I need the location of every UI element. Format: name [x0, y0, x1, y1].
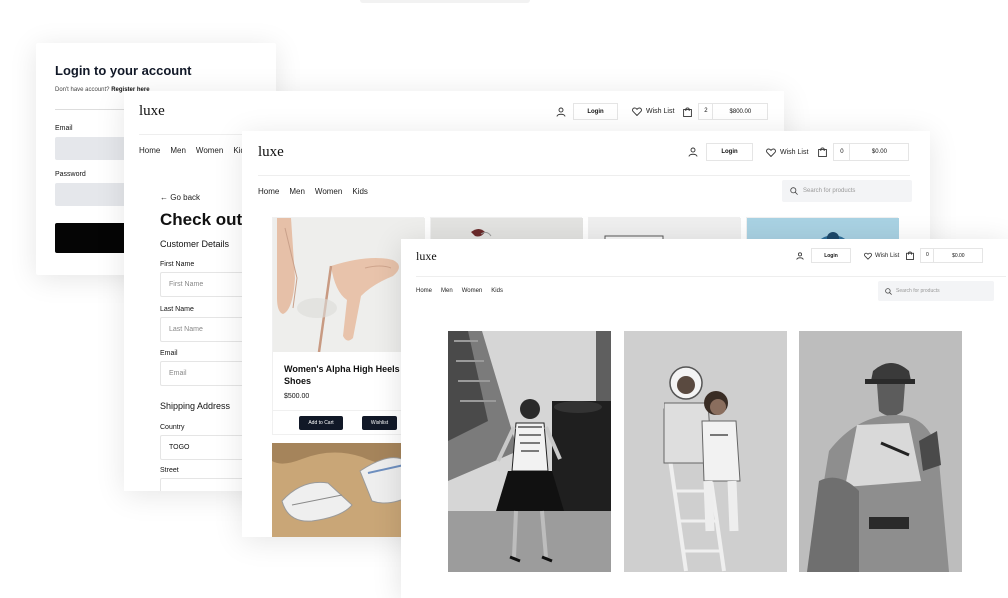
login-button[interactable]: Login: [811, 248, 851, 263]
brand-logo[interactable]: luxe: [139, 103, 165, 120]
wishlist-link[interactable]: Wish List: [646, 108, 674, 115]
product-price: $500.00: [284, 393, 310, 400]
wishlist-link[interactable]: Wish List: [875, 253, 899, 259]
first-name-label: First Name: [160, 261, 195, 268]
header-divider: [258, 175, 910, 176]
search-placeholder: Search for products: [803, 188, 856, 194]
cart-summary[interactable]: 2 $800.00: [698, 103, 769, 120]
login-button[interactable]: Login: [573, 103, 618, 120]
category-image-women[interactable]: [448, 331, 611, 572]
page-title: Check out: [160, 210, 243, 229]
nav-men[interactable]: Men: [170, 146, 186, 155]
heart-icon[interactable]: [864, 252, 872, 260]
add-to-cart-button[interactable]: Add to Cart: [299, 416, 343, 430]
last-name-label: Last Name: [160, 306, 194, 313]
nav-kids[interactable]: Kids: [352, 187, 368, 196]
cart-total: $0.00: [871, 149, 887, 155]
cart-count: 2: [699, 104, 714, 119]
nav-men[interactable]: Men: [289, 187, 305, 196]
wishlist-button[interactable]: Wishlist: [362, 416, 397, 430]
header-tools: Login Wish List 0 $0.00: [688, 143, 910, 161]
search-icon: [885, 287, 892, 295]
brand-logo[interactable]: luxe: [258, 144, 284, 161]
nav-men[interactable]: Men: [441, 288, 453, 294]
cart-total: $800.00: [729, 108, 752, 115]
street-label: Street: [160, 467, 179, 474]
shopping-bag-icon[interactable]: [683, 107, 693, 117]
wishlist-link[interactable]: Wish List: [780, 149, 808, 156]
email-label: Email: [55, 125, 73, 132]
product-name[interactable]: Women's Alpha High Heels Shoes: [284, 363, 414, 387]
shopping-bag-icon[interactable]: [818, 147, 828, 157]
user-icon[interactable]: [796, 251, 804, 260]
heart-icon[interactable]: [766, 147, 776, 157]
cart-summary[interactable]: 0 $0.00: [920, 248, 984, 263]
nav-women[interactable]: Women: [196, 146, 223, 155]
background-fragment: [360, 0, 530, 3]
email-label: Email: [160, 350, 178, 357]
nav-kids[interactable]: Kids: [491, 288, 503, 294]
shipping-address-heading: Shipping Address: [160, 401, 231, 411]
shopping-bag-icon[interactable]: [906, 251, 915, 260]
nav-home[interactable]: Home: [139, 146, 160, 155]
cart-count: 0: [834, 144, 851, 160]
customer-details-heading: Customer Details: [160, 239, 230, 249]
cart-total: $0.00: [952, 252, 965, 259]
category-image-kids[interactable]: [624, 331, 787, 572]
no-account-text: Don't have account?: [55, 87, 110, 93]
homepage-preview: luxe Login Wish List 0 $0.00 Home Men Wo…: [401, 239, 1008, 598]
search-input[interactable]: Search for products: [782, 180, 912, 202]
nav-home[interactable]: Home: [258, 187, 279, 196]
user-icon[interactable]: [688, 147, 698, 157]
main-nav: Home Men Women Kids: [139, 146, 249, 155]
login-title: Login to your account: [55, 63, 192, 78]
user-icon[interactable]: [556, 107, 566, 117]
go-back-link[interactable]: ← Go back: [160, 193, 200, 202]
nav-home[interactable]: Home: [416, 288, 432, 294]
cart-count: 0: [921, 249, 935, 262]
search-icon: [790, 187, 798, 195]
header-divider: [416, 276, 1006, 277]
nav-women[interactable]: Women: [462, 288, 483, 294]
nav-women[interactable]: Women: [315, 187, 342, 196]
login-button[interactable]: Login: [706, 143, 753, 161]
cart-summary[interactable]: 0 $0.00: [833, 143, 910, 161]
country-label: Country: [160, 424, 185, 431]
header-tools: Login Wish List 0 $0.00: [796, 248, 984, 263]
category-image-men[interactable]: [799, 331, 962, 572]
brand-logo[interactable]: luxe: [416, 249, 437, 264]
password-label: Password: [55, 171, 86, 178]
main-nav: Home Men Women Kids: [416, 288, 503, 294]
search-placeholder: Search for products: [896, 288, 940, 294]
header-tools: Login Wish List 2 $800.00: [556, 103, 769, 120]
search-input[interactable]: Search for products: [878, 281, 994, 301]
heart-icon[interactable]: [632, 107, 642, 116]
main-nav: Home Men Women Kids: [258, 187, 368, 196]
